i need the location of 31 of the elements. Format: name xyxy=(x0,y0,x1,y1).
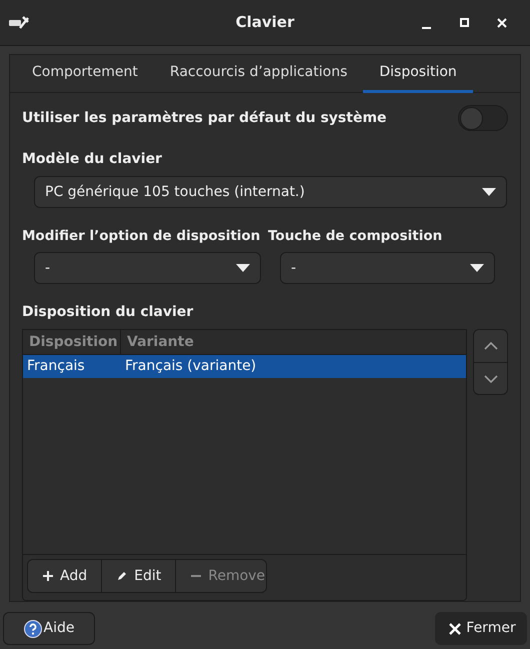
layout-row[interactable]: Français Français (variante) xyxy=(23,355,466,378)
section-label: Disposition du clavier xyxy=(22,303,194,322)
section-label: Modifier l’option de disposition xyxy=(22,227,260,246)
help-button[interactable]: Aide xyxy=(3,612,95,645)
column-header[interactable]: Disposition xyxy=(23,330,121,354)
dropdown[interactable]: - xyxy=(280,252,495,284)
close-button[interactable]: Fermer xyxy=(435,612,527,645)
toggle-switch[interactable] xyxy=(458,105,508,131)
help-icon xyxy=(24,620,42,638)
dropdown[interactable]: PC générique 105 touches (internat.) xyxy=(34,176,507,208)
tab[interactable]: Raccourcis d’applications xyxy=(154,55,364,93)
window-title: Clavier xyxy=(234,12,296,34)
tab[interactable]: Comportement xyxy=(16,55,154,93)
section-label: Touche de composition xyxy=(268,227,442,246)
column-header[interactable]: Variante xyxy=(121,330,466,354)
dropdown-arrow-icon xyxy=(236,264,250,272)
pencil-icon xyxy=(116,570,128,582)
chevron-down-icon xyxy=(484,374,498,382)
setting-label: Utiliser les paramètres par défaut du système xyxy=(22,108,387,128)
toolbar-button[interactable]: Edit xyxy=(102,560,176,592)
table-cell-text: Français (variante) xyxy=(124,357,258,376)
dropdown-arrow-icon xyxy=(470,264,484,272)
tab[interactable]: Disposition xyxy=(363,55,473,93)
keyboard-tool-icon xyxy=(8,14,30,32)
toolbar-button[interactable]: Add xyxy=(28,560,102,592)
dropdown[interactable]: - xyxy=(34,252,261,284)
chevron-up-icon xyxy=(484,342,498,350)
section-label: Modèle du clavier xyxy=(22,150,163,169)
dropdown-arrow-icon xyxy=(482,188,496,196)
table-cell-text: Français xyxy=(26,357,86,376)
plus-icon xyxy=(42,570,54,582)
